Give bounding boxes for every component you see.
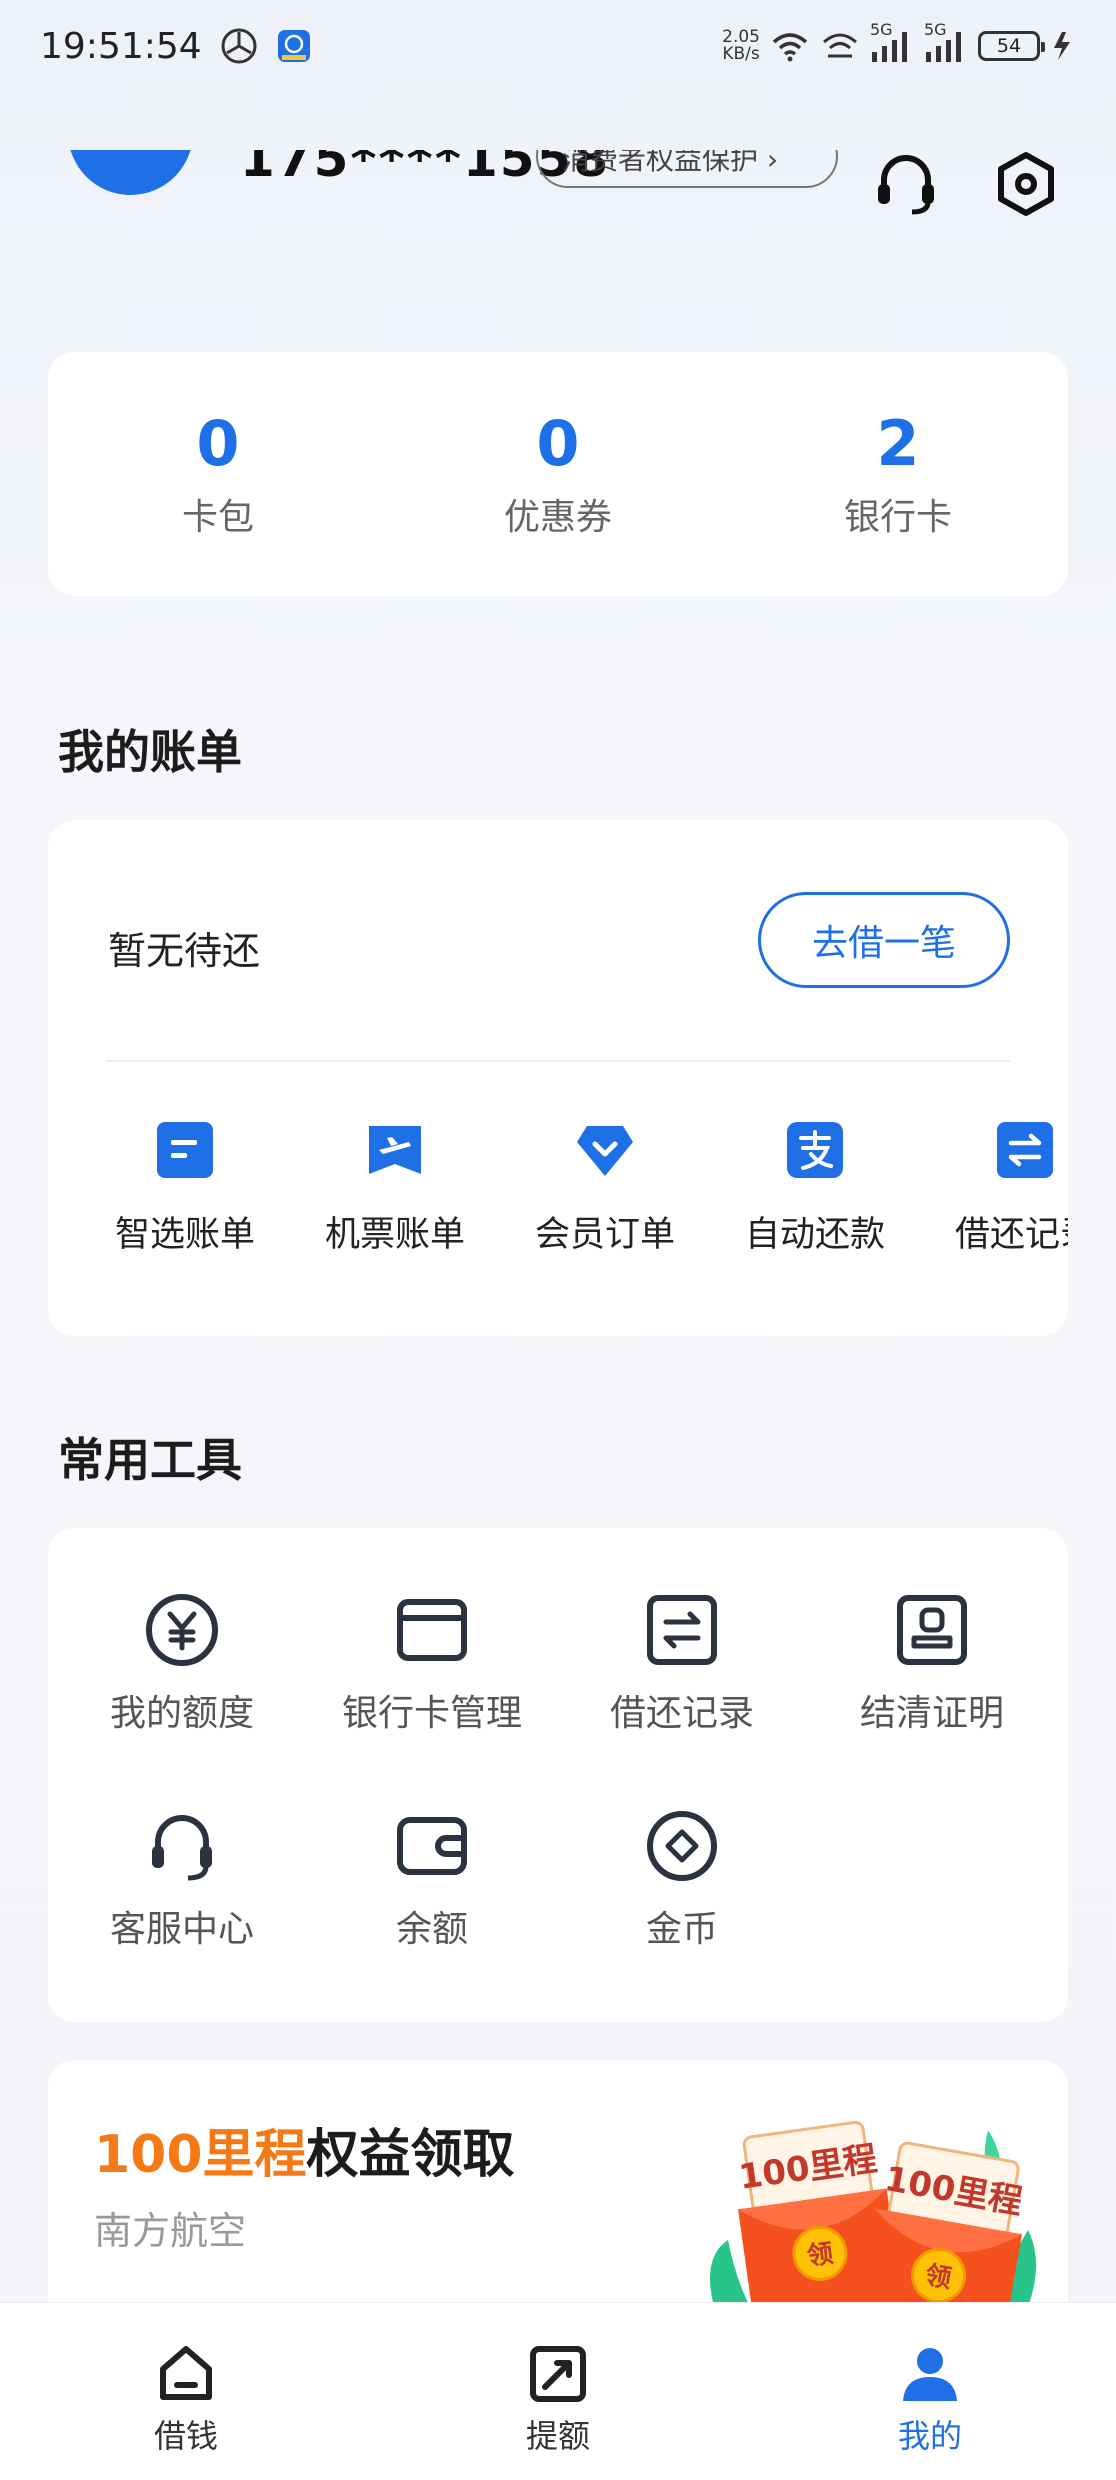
- pinwheel-icon: [221, 28, 257, 64]
- stat-card-wallet[interactable]: 0 卡包: [48, 352, 388, 596]
- bill-item-smart[interactable]: 智选账单: [80, 1120, 290, 1257]
- yen-icon: [146, 1594, 218, 1666]
- promo-title-rest: 权益领取: [306, 2125, 515, 2185]
- net-speed-unit: KB/s: [722, 44, 760, 64]
- coin-icon: [647, 1811, 717, 1881]
- tools-card: 我的额度 银行卡管理 借还记录 结清证明 客服中心 余额 金币: [48, 1528, 1068, 2022]
- signal-1: 5G: [870, 20, 914, 64]
- tab-raise-limit[interactable]: 提额: [372, 2303, 744, 2480]
- bill-item-records[interactable]: 借还记录: [920, 1120, 1068, 1257]
- tool-settlement-proof[interactable]: 结清证明: [807, 1592, 1057, 1736]
- tab-borrow[interactable]: 借钱: [0, 2303, 372, 2480]
- tool-label: 余额: [395, 1909, 468, 1950]
- account-page: 19:51:54 2.05 KB/s 5G 5G 54 175****1558 …: [0, 0, 1116, 2480]
- profile-row: 175****1558 消费者权益保护 ›: [0, 150, 1116, 245]
- bill-status: 暂无待还: [108, 929, 261, 973]
- charging-icon: [1054, 32, 1070, 60]
- diamond-icon: [577, 1126, 633, 1176]
- tab-label: 提额: [525, 2417, 590, 2455]
- tool-label: 金币: [645, 1909, 718, 1950]
- borrow-button[interactable]: 去借一笔: [758, 892, 1010, 988]
- signal-2-label: 5G: [924, 20, 947, 39]
- signal-2: 5G: [924, 20, 968, 64]
- bills-section-title: 我的账单: [58, 725, 242, 779]
- bill-item-label: 自动还款: [744, 1215, 885, 1255]
- tool-gold-coins[interactable]: 金币: [557, 1808, 807, 1952]
- doc-icon: [157, 1122, 213, 1178]
- status-left: 19:51:54: [40, 26, 312, 67]
- tab-label: 我的: [897, 2417, 962, 2455]
- status-time: 19:51:54: [40, 25, 202, 67]
- bill-item-label: 借还记录: [954, 1215, 1068, 1255]
- promo-title: 100里程权益领取: [94, 2112, 515, 2187]
- tool-records[interactable]: 借还记录: [557, 1592, 807, 1736]
- stat-value: 0: [196, 407, 240, 480]
- tool-bank-card-mgmt[interactable]: 银行卡管理: [307, 1592, 557, 1736]
- consumer-rights-button[interactable]: 消费者权益保护 ›: [536, 150, 838, 188]
- stat-value: 2: [876, 407, 920, 480]
- home-icon: [160, 2346, 212, 2400]
- settings-icon[interactable]: [992, 150, 1060, 218]
- bill-item-label: 智选账单: [114, 1215, 255, 1255]
- tool-label: 客服中心: [109, 1909, 254, 1950]
- headset-icon[interactable]: [872, 150, 940, 218]
- wifi-icon: [772, 33, 808, 62]
- tool-credit-limit[interactable]: 我的额度: [57, 1592, 307, 1736]
- stat-value: 0: [536, 407, 580, 480]
- promo-title-accent: 100里程: [94, 2125, 307, 2185]
- tab-label: 借钱: [153, 2417, 218, 2455]
- divider: [106, 1060, 1010, 1062]
- tab-mine[interactable]: 我的: [744, 2303, 1116, 2480]
- tool-label: 结清证明: [859, 1693, 1004, 1734]
- wifi-calling-icon: [823, 33, 857, 58]
- tools-section-title: 常用工具: [58, 1433, 242, 1487]
- tool-customer-service[interactable]: 客服中心: [57, 1808, 307, 1952]
- tool-balance[interactable]: 余额: [307, 1808, 557, 1952]
- app-notification-icon: [277, 30, 310, 62]
- signal-1-label: 5G: [870, 20, 893, 39]
- bills-card: 暂无待还 去借一笔 智选账单 机票账单 会员订单 自动还款 借还记: [48, 820, 1068, 1336]
- stamp-icon: [897, 1595, 967, 1665]
- status-right: 2.05 KB/s 5G 5G 54: [722, 20, 1080, 64]
- coin-text: 领: [805, 2238, 835, 2272]
- stat-coupons[interactable]: 0 优惠券: [388, 352, 728, 596]
- headset-icon: [152, 1815, 212, 1881]
- bottom-tab-bar: 借钱 提额 我的: [0, 2302, 1116, 2480]
- bill-item-label: 会员订单: [534, 1215, 675, 1255]
- stat-label: 卡包: [181, 497, 254, 538]
- card-icon: [397, 1599, 467, 1661]
- bill-item-membership[interactable]: 会员订单: [500, 1120, 710, 1257]
- net-speed: 2.05 KB/s: [722, 29, 760, 63]
- alipay-icon: [787, 1122, 843, 1178]
- stat-bank-cards[interactable]: 2 银行卡: [728, 352, 1068, 596]
- bill-item-flight[interactable]: 机票账单: [290, 1120, 500, 1257]
- stats-card: 0 卡包 0 优惠券 2 银行卡: [48, 352, 1068, 596]
- person-icon: [903, 2348, 957, 2401]
- plane-ticket-icon: [369, 1126, 421, 1174]
- avatar[interactable]: [68, 150, 193, 195]
- stat-label: 银行卡: [843, 497, 952, 538]
- bill-item-label: 机票账单: [324, 1215, 465, 1255]
- tool-label: 我的额度: [109, 1693, 254, 1734]
- status-bar: 19:51:54 2.05 KB/s 5G 5G 54: [0, 0, 1116, 92]
- promo-subtitle: 南方航空: [94, 2209, 247, 2253]
- coin-text: 领: [923, 2259, 954, 2294]
- bill-shortcuts: 智选账单 机票账单 会员订单 自动还款 借还记: [48, 1120, 1068, 1280]
- tool-label: 银行卡管理: [341, 1693, 522, 1734]
- exchange-icon: [647, 1595, 717, 1665]
- battery-indicator: 54: [978, 31, 1045, 61]
- exchange-icon: [997, 1122, 1053, 1178]
- wallet-icon: [397, 1817, 467, 1875]
- tool-label: 借还记录: [609, 1693, 754, 1734]
- stat-label: 优惠券: [503, 497, 612, 538]
- limit-icon: [530, 2346, 586, 2402]
- bill-item-autopay[interactable]: 自动还款: [710, 1120, 920, 1257]
